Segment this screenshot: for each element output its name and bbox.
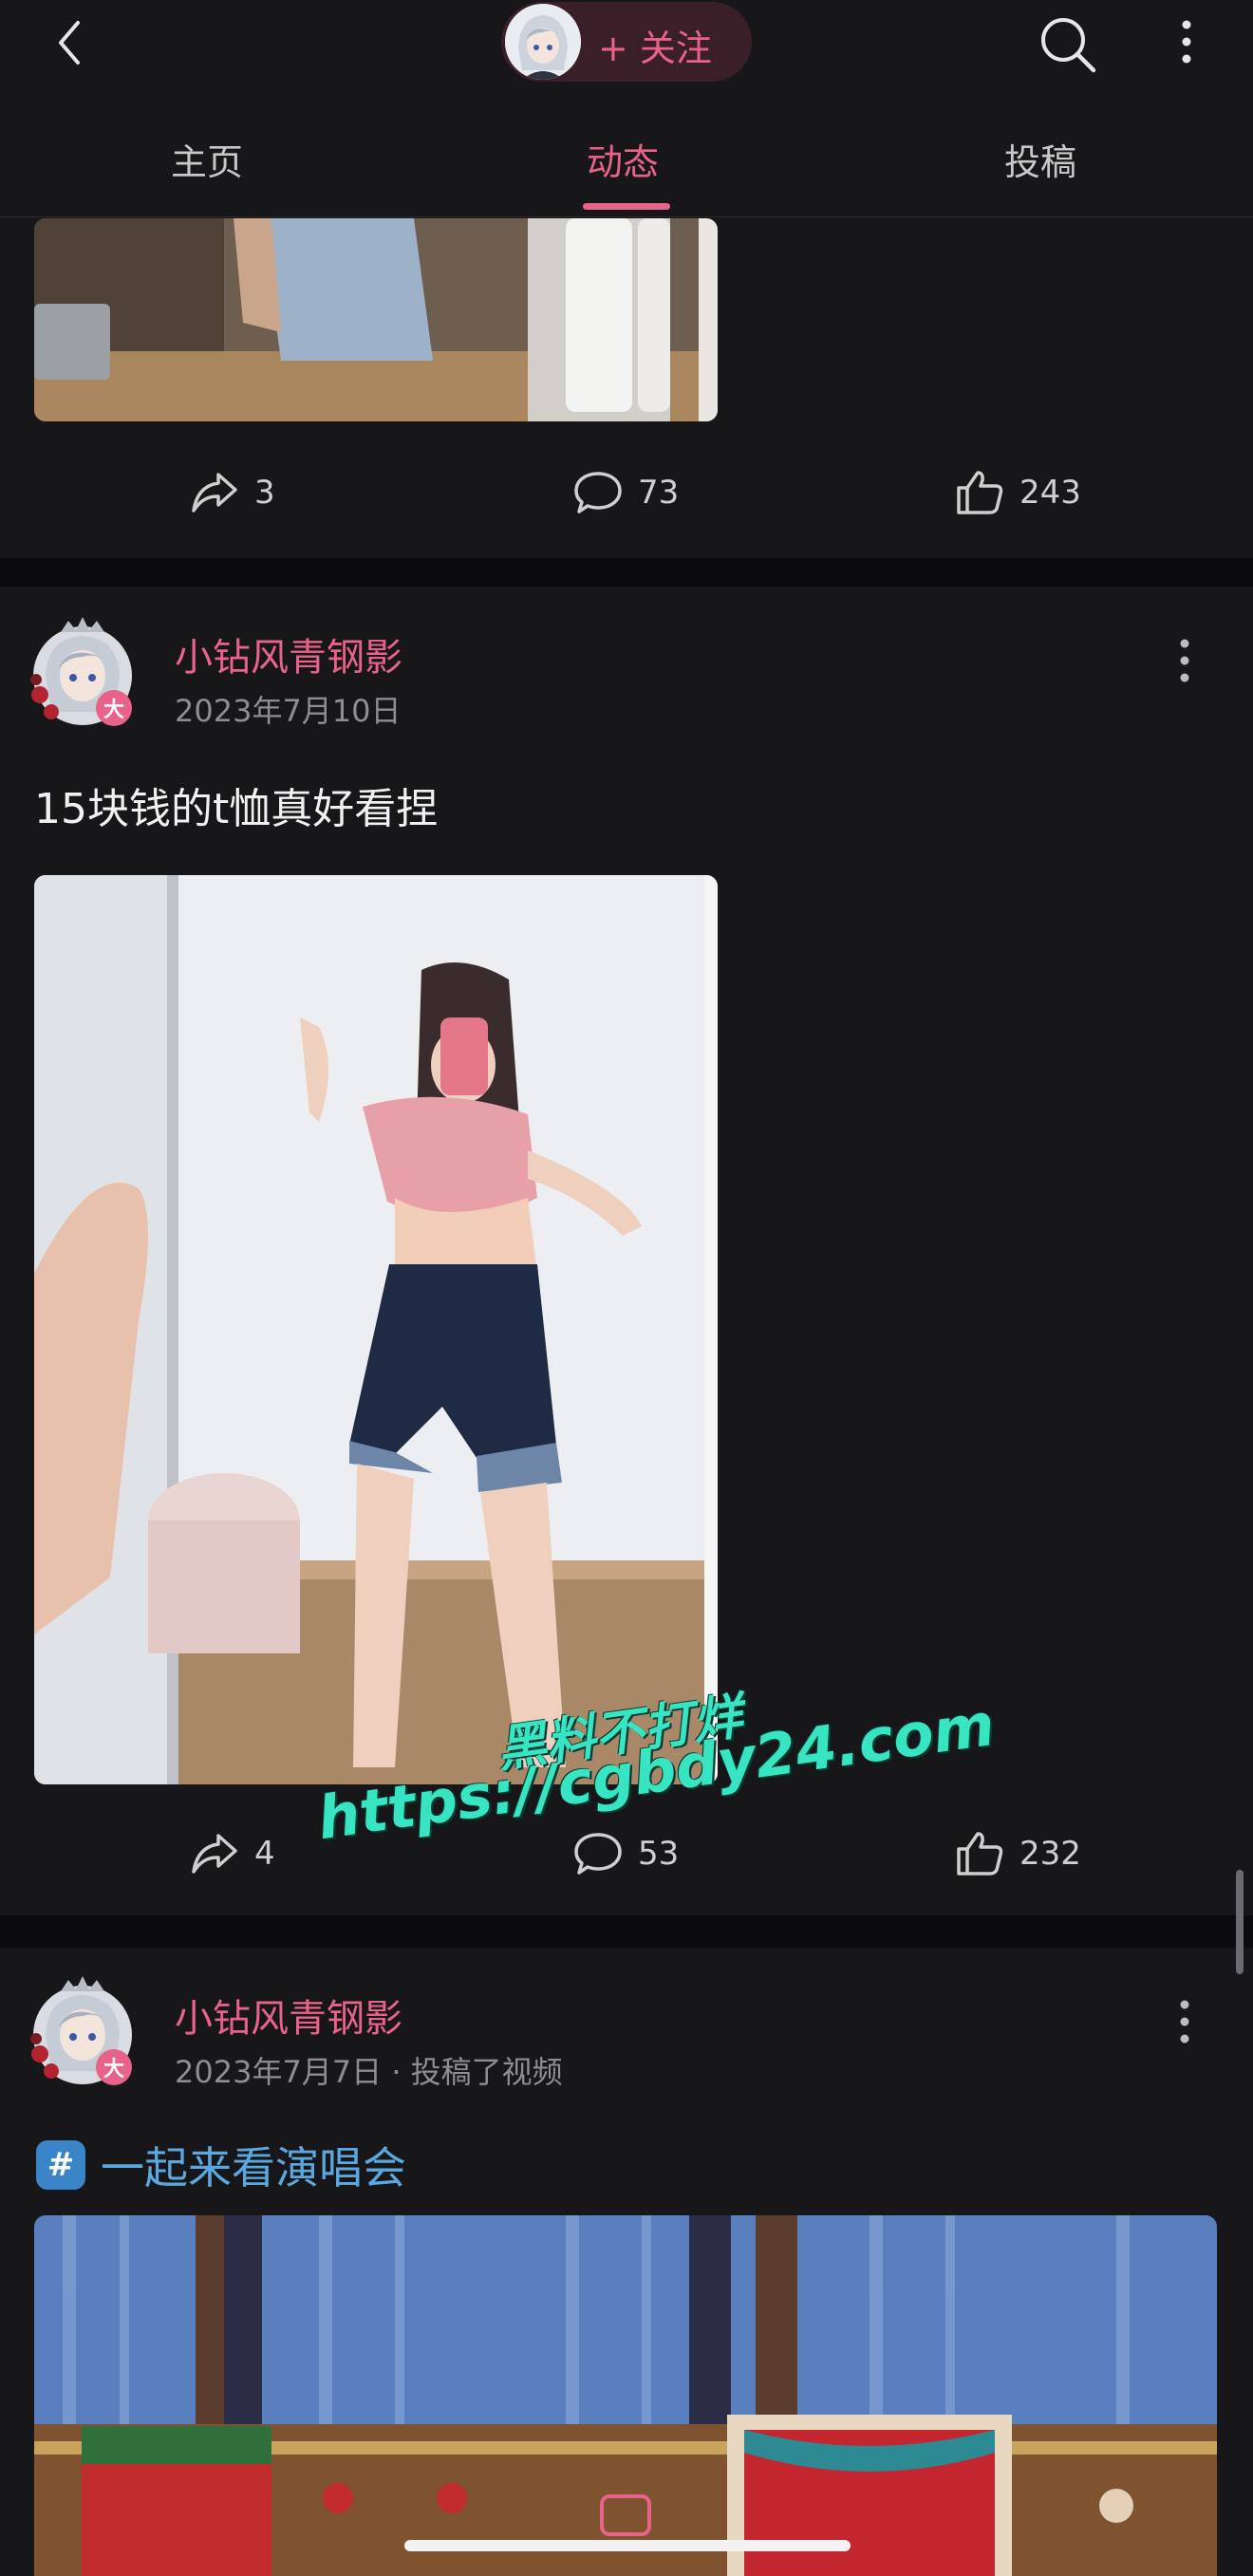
avatar[interactable] (505, 4, 581, 80)
post-more-button[interactable] (1168, 1995, 1202, 2052)
home-indicator[interactable] (404, 2540, 851, 2551)
active-tab-indicator (583, 203, 670, 210)
search-icon (1041, 18, 1096, 73)
back-button[interactable] (49, 17, 91, 68)
comment-button[interactable]: 73 (573, 459, 679, 526)
avatar[interactable]: 大 (23, 1972, 142, 2092)
post-actions: 4 53 232 (0, 1820, 1253, 1887)
like-button[interactable]: 232 (955, 1820, 1081, 1887)
vip-badge: 大 (103, 2058, 125, 2081)
anime-avatar-icon (505, 4, 581, 80)
share-button[interactable]: 4 (190, 1820, 275, 1887)
stage-video-image (34, 2215, 1217, 2576)
top-bar: + 关注 (0, 0, 1253, 105)
post-actions: 3 73 243 (0, 459, 1253, 526)
search-button[interactable] (1037, 13, 1099, 76)
topic-label: 一起来看演唱会 (101, 2142, 406, 2193)
scrollbar[interactable] (1236, 1870, 1244, 1974)
author-name[interactable]: 小钻风青钢影 (175, 626, 402, 681)
comment-count: 53 (638, 1835, 680, 1873)
thumbs-up-icon (957, 471, 1003, 514)
follow-button[interactable]: + 关注 (501, 2, 752, 82)
tab-home[interactable]: 主页 (171, 133, 243, 185)
card-divider (0, 558, 1253, 587)
video-thumbnail[interactable] (34, 2215, 1217, 2576)
share-count: 3 (254, 474, 275, 512)
chevron-left-icon (59, 21, 80, 65)
share-icon (192, 473, 237, 513)
comment-icon (574, 1833, 622, 1875)
thumbs-up-icon (957, 1832, 1003, 1876)
post-card: 3 73 243 (0, 218, 1253, 558)
more-options-button[interactable] (1169, 15, 1204, 72)
comment-icon (574, 472, 622, 513)
more-vertical-icon (1180, 639, 1189, 682)
more-vertical-icon (1182, 20, 1191, 64)
like-count: 232 (1019, 1835, 1081, 1873)
photo-image (34, 875, 718, 1784)
post-more-button[interactable] (1168, 634, 1202, 691)
topic-tag[interactable]: # 一起来看演唱会 (36, 2134, 406, 2196)
topic-hash-icon: # (36, 2140, 85, 2190)
card-divider (0, 1915, 1253, 1948)
photo-image (34, 218, 718, 421)
vip-badge: 大 (103, 699, 125, 722)
profile-tabs: 主页 动态 投稿 (0, 104, 1253, 217)
avatar[interactable]: 大 (23, 613, 142, 733)
tab-submissions[interactable]: 投稿 (1004, 133, 1076, 185)
post-image[interactable] (34, 875, 718, 1784)
more-vertical-icon (1180, 2000, 1189, 2044)
comment-button[interactable]: 53 (573, 1820, 679, 1887)
post-text: 15块钱的t恤真好看捏 (34, 785, 439, 833)
anime-avatar-icon (30, 1976, 132, 2085)
post-date: 2023年7月10日 (175, 693, 402, 729)
follow-label: + 关注 (598, 28, 712, 69)
anime-avatar-icon (30, 617, 132, 726)
post-date: 2023年7月7日 · 投稿了视频 (175, 2054, 563, 2090)
comment-count: 73 (638, 474, 680, 512)
share-button[interactable]: 3 (190, 459, 275, 526)
share-count: 4 (254, 1835, 275, 1873)
like-count: 243 (1019, 474, 1081, 512)
like-button[interactable]: 243 (955, 459, 1081, 526)
author-name[interactable]: 小钻风青钢影 (175, 1988, 402, 2043)
share-icon (192, 1834, 237, 1874)
post-card: 大 小钻风青钢影 2023年7月7日 · 投稿了视频 # 一起来看演唱会 (0, 1948, 1253, 2576)
tab-dynamic[interactable]: 动态 (587, 133, 659, 185)
post-image[interactable] (34, 218, 718, 421)
